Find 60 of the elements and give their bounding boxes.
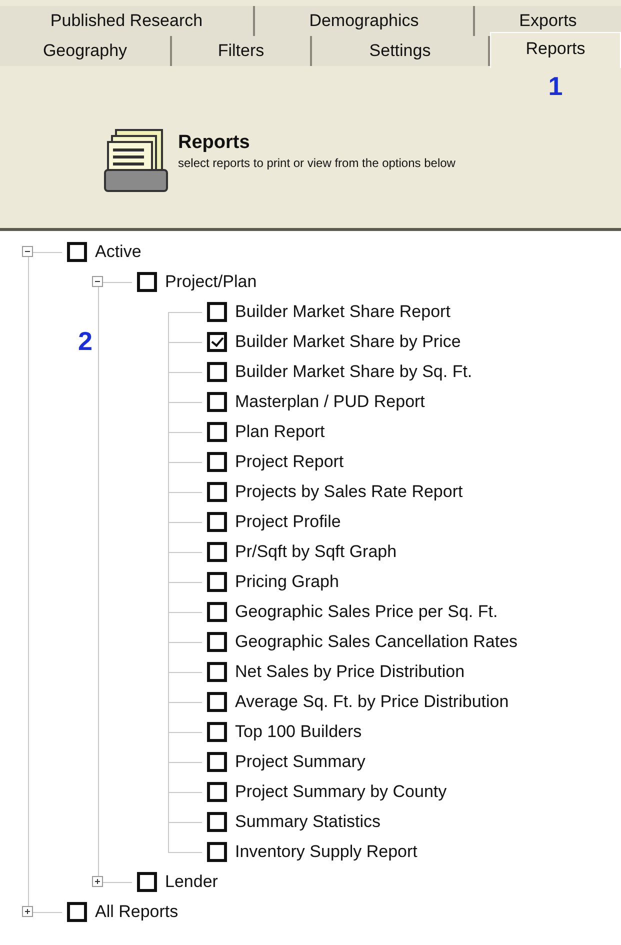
checkbox[interactable]: [207, 662, 227, 682]
checkbox[interactable]: [207, 632, 227, 652]
tree-item-label[interactable]: Builder Market Share Report: [235, 302, 450, 322]
tree-item-label[interactable]: Active: [95, 242, 142, 262]
checkbox[interactable]: [207, 842, 227, 862]
tree-item-label[interactable]: Geographic Sales Cancellation Rates: [235, 632, 518, 652]
tree-item-label[interactable]: Project Summary: [235, 752, 366, 772]
checkbox[interactable]: [207, 752, 227, 772]
tree-item-label[interactable]: Masterplan / PUD Report: [235, 392, 425, 412]
collapse-toggle[interactable]: [22, 246, 33, 257]
checkbox[interactable]: [207, 392, 227, 412]
checkbox[interactable]: [207, 512, 227, 532]
tab[interactable]: Published Research: [0, 6, 255, 36]
tree-item-label[interactable]: Project Report: [235, 452, 344, 472]
checkbox[interactable]: [137, 272, 157, 292]
checkbox[interactable]: [207, 782, 227, 802]
checkbox[interactable]: [137, 872, 157, 892]
tree-item-label[interactable]: Geographic Sales Price per Sq. Ft.: [235, 602, 498, 622]
checkbox[interactable]: [207, 812, 227, 832]
checkbox[interactable]: [207, 572, 227, 592]
checkbox[interactable]: [207, 422, 227, 442]
checkbox[interactable]: [207, 692, 227, 712]
expand-toggle[interactable]: [92, 876, 103, 887]
checkbox[interactable]: [207, 602, 227, 622]
tree-item-label[interactable]: Inventory Supply Report: [235, 842, 418, 862]
panel-title: Reports: [178, 132, 251, 154]
report-tray-icon: [104, 128, 168, 192]
tree-item-label[interactable]: Pr/Sqft by Sqft Graph: [235, 542, 397, 562]
tree-item-label[interactable]: Builder Market Share by Sq. Ft.: [235, 362, 472, 382]
checkbox[interactable]: [207, 332, 227, 352]
tab[interactable]: Settings: [312, 36, 490, 66]
tree-item-label[interactable]: Net Sales by Price Distribution: [235, 662, 465, 682]
checkbox[interactable]: [67, 902, 87, 922]
collapse-toggle[interactable]: [92, 276, 103, 287]
tree-item-label[interactable]: Plan Report: [235, 422, 325, 442]
tree-item-label[interactable]: Lender: [165, 872, 218, 892]
tree-item-label[interactable]: Project Profile: [235, 512, 341, 532]
tab[interactable]: Filters: [172, 36, 312, 66]
tree-item-label[interactable]: All Reports: [95, 902, 178, 922]
tab[interactable]: Demographics: [255, 6, 475, 36]
panel-description: select reports to print or view from the options below: [178, 156, 456, 172]
expand-toggle[interactable]: [22, 906, 33, 917]
tree-item-label[interactable]: Average Sq. Ft. by Price Distribution: [235, 692, 509, 712]
tree-item-label[interactable]: Pricing Graph: [235, 572, 339, 592]
tab[interactable]: Geography: [0, 36, 172, 66]
tree-item-label[interactable]: Top 100 Builders: [235, 722, 362, 742]
tree-item-label[interactable]: Builder Market Share by Price: [235, 332, 461, 352]
checkbox[interactable]: [207, 452, 227, 472]
checkbox[interactable]: [67, 242, 87, 262]
callout-number: 2: [78, 328, 92, 354]
checkbox[interactable]: [207, 362, 227, 382]
checkbox[interactable]: [207, 542, 227, 562]
checkbox[interactable]: [207, 482, 227, 502]
tree-item-label[interactable]: Summary Statistics: [235, 812, 380, 832]
tree-item-label[interactable]: Project/Plan: [165, 272, 257, 292]
tree-item-label[interactable]: Projects by Sales Rate Report: [235, 482, 463, 502]
checkbox[interactable]: [207, 302, 227, 322]
callout-number: 1: [548, 73, 563, 99]
tree-item-label[interactable]: Project Summary by County: [235, 782, 447, 802]
checkbox[interactable]: [207, 722, 227, 742]
